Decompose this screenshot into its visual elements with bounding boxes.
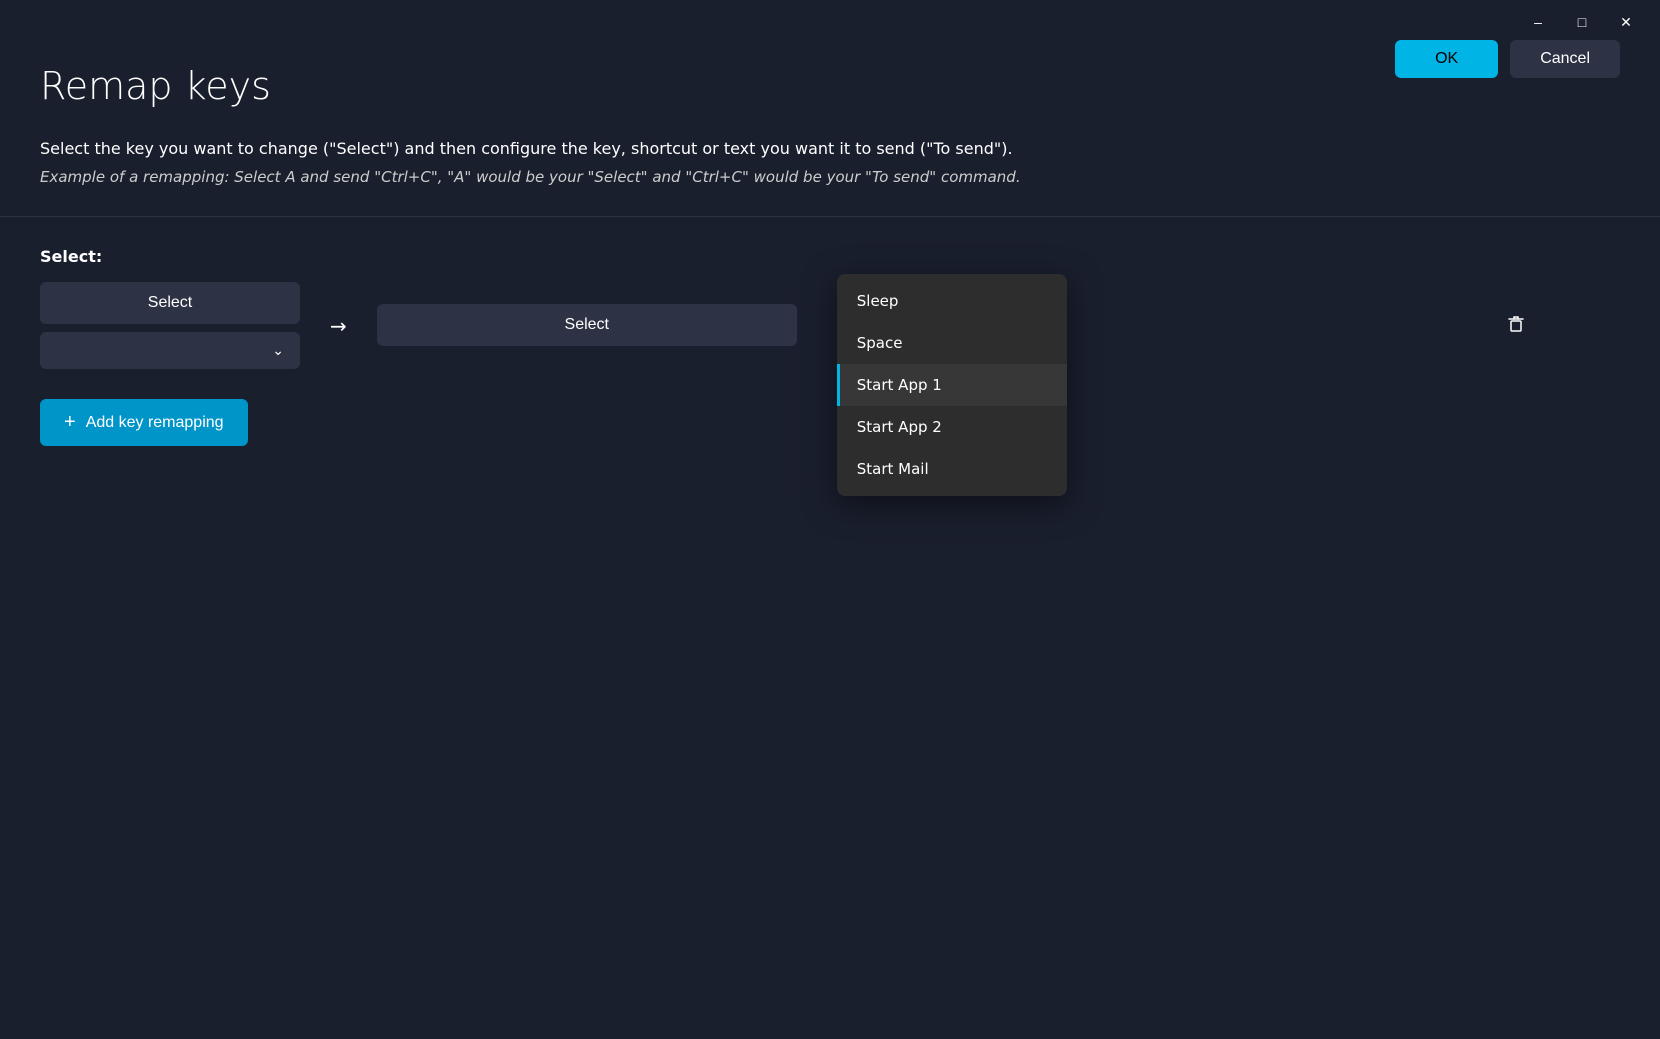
dropdown-item-start-app-1[interactable]: Start App 1	[837, 364, 1067, 406]
add-key-remapping-button[interactable]: + Add key remapping	[40, 399, 248, 446]
dropdown-item-start-mail[interactable]: Start Mail	[837, 448, 1067, 490]
dropdown-item-sleep[interactable]: Sleep	[837, 280, 1067, 322]
dropdown-item-start-app-2[interactable]: Start App 2	[837, 406, 1067, 448]
column-headers: Select:	[40, 247, 1620, 266]
minimize-button[interactable]: –	[1520, 8, 1556, 36]
title-bar: – □ ✕	[0, 0, 1660, 44]
to-send-button[interactable]: Select	[377, 304, 797, 346]
dropdown-menu: Sleep Space Start App 1 Start App 2 Star…	[837, 274, 1067, 496]
divider	[0, 216, 1660, 217]
to-send-area: Select Sleep Space Start App 1 Start App…	[377, 304, 1535, 348]
remap-keys-window: – □ ✕ OK Cancel Remap keys Select the ke…	[0, 0, 1660, 1039]
select-key-button[interactable]: Select	[40, 282, 300, 324]
header-actions: OK Cancel	[1395, 40, 1620, 78]
trash-icon	[1505, 312, 1527, 334]
select-dropdown-button[interactable]: ⌄	[40, 332, 300, 369]
main-content: Remap keys Select the key you want to ch…	[0, 44, 1660, 1039]
close-button[interactable]: ✕	[1608, 8, 1644, 36]
ok-button[interactable]: OK	[1395, 40, 1498, 78]
cancel-button[interactable]: Cancel	[1510, 40, 1620, 78]
select-col-header: Select:	[40, 247, 340, 266]
delete-remap-button[interactable]	[1497, 304, 1535, 348]
dropdown-item-space[interactable]: Space	[837, 322, 1067, 364]
maximize-button[interactable]: □	[1564, 8, 1600, 36]
page-title: Remap keys	[40, 64, 1620, 108]
remap-row: Select ⌄ → Select Sleep Space	[40, 282, 1620, 369]
to-send-col: Select	[377, 304, 797, 346]
select-col: Select ⌄	[40, 282, 300, 369]
plus-icon: +	[64, 411, 76, 434]
chevron-down-icon: ⌄	[272, 342, 284, 359]
description-example: Example of a remapping: Select A and sen…	[40, 168, 1620, 186]
add-button-label: Add key remapping	[86, 414, 224, 432]
arrow-icon: →	[320, 302, 357, 350]
description-text: Select the key you want to change ("Sele…	[40, 138, 1620, 160]
